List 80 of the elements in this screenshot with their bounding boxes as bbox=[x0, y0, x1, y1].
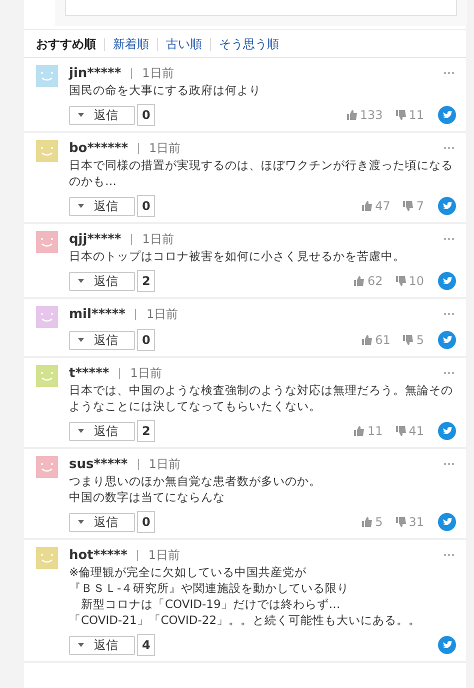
thumbs-up-icon bbox=[353, 425, 366, 437]
reply-button[interactable]: 返信 bbox=[69, 422, 135, 440]
thumbs-up-icon bbox=[346, 109, 358, 121]
sort-tab[interactable]: そう思う順 bbox=[219, 36, 279, 52]
user-name[interactable]: qjj***** bbox=[69, 232, 122, 246]
comment-text: つまり思いのほか無自覚な患者数が多いのか。 bbox=[69, 473, 322, 489]
reply-button[interactable]: 返信 bbox=[69, 196, 135, 216]
comment-text: 日本のトップはコロナ被害を如何に小さく見せるかを苦慮中。 bbox=[69, 248, 406, 264]
reply-count: 0 bbox=[137, 195, 156, 217]
comment-text: 中国の数字は当てにならんな bbox=[69, 489, 226, 505]
thumbs-up-icon bbox=[353, 275, 366, 287]
bird-icon[interactable] bbox=[438, 197, 456, 215]
caret-icon bbox=[78, 520, 84, 524]
thumbs-up-icon bbox=[361, 200, 374, 212]
comment-text: 『ＢＳＬ-４研究所』や関連施設を動かしている限り bbox=[69, 580, 350, 596]
comment-text: 国民の命を大事にする政府は何より bbox=[69, 82, 262, 98]
comment-time: 1日前 bbox=[149, 140, 181, 156]
user-name[interactable]: bo****** bbox=[69, 140, 128, 156]
dislike-count: 7 bbox=[416, 199, 424, 213]
like-count: 61 bbox=[375, 333, 390, 347]
comment-time: 1日前 bbox=[130, 364, 162, 382]
comment-time: 1日前 bbox=[146, 306, 178, 322]
caret-icon bbox=[78, 279, 84, 283]
thumbs-up-icon bbox=[361, 334, 374, 346]
user-name[interactable]: t***** bbox=[69, 366, 110, 380]
dislike-count: 5 bbox=[416, 333, 424, 347]
thumbs-down-icon bbox=[394, 516, 407, 528]
reply-count: 0 bbox=[137, 329, 156, 351]
user-name[interactable]: sus***** bbox=[69, 456, 128, 472]
reply-count: 0 bbox=[137, 104, 156, 126]
sort-tab[interactable]: おすすめ順 bbox=[36, 36, 96, 52]
reply-button[interactable]: 返信 bbox=[69, 106, 135, 124]
bird-icon[interactable] bbox=[438, 636, 456, 654]
like-count: 62 bbox=[367, 274, 383, 288]
reply-count: 2 bbox=[137, 420, 156, 442]
user-name[interactable]: hot***** bbox=[69, 548, 128, 562]
reply-button[interactable]: 返信 bbox=[69, 272, 135, 290]
caret-icon bbox=[78, 204, 84, 208]
caret-icon bbox=[78, 338, 84, 342]
thumbs-down-icon bbox=[394, 425, 407, 437]
comment-time: 1日前 bbox=[142, 64, 174, 82]
user-name[interactable]: jin***** bbox=[69, 66, 122, 80]
bird-icon[interactable] bbox=[438, 106, 456, 124]
comment-text: 日本では、中国のような検査強制のような対応は無理だろう。無論そのようなことには決してなってもらいたくない。 bbox=[69, 382, 454, 414]
thumbs-up-icon bbox=[361, 516, 374, 528]
comment-text: 新型コロナは「COVID-19」だけでは終わらず… bbox=[80, 596, 342, 612]
sort-tab[interactable]: 古い順 bbox=[166, 36, 202, 52]
thumbs-down-icon bbox=[402, 334, 414, 346]
like-count: 133 bbox=[360, 108, 383, 122]
comment-time: 1日前 bbox=[148, 456, 180, 472]
caret-icon bbox=[78, 643, 84, 647]
reply-button[interactable]: 返信 bbox=[69, 636, 135, 654]
reply-count: 0 bbox=[137, 511, 156, 533]
comment-time: 1日前 bbox=[148, 546, 180, 564]
reply-button[interactable]: 返信 bbox=[69, 330, 135, 350]
thumbs-down-icon bbox=[394, 109, 407, 121]
bird-icon[interactable] bbox=[438, 513, 456, 531]
comment-text: 日本で同様の措置が実現するのは、ほぼワクチンが行き渡った頃になるのかも… bbox=[69, 157, 454, 189]
bird-icon[interactable] bbox=[438, 272, 456, 290]
user-name[interactable]: mil***** bbox=[69, 306, 126, 322]
like-count: 5 bbox=[375, 515, 383, 529]
thumbs-down-icon bbox=[402, 200, 414, 212]
sort-tab[interactable]: 新着順 bbox=[113, 36, 149, 52]
dislike-count: 31 bbox=[408, 515, 424, 529]
like-count: 47 bbox=[375, 199, 390, 213]
caret-icon bbox=[78, 429, 84, 433]
dislike-count: 41 bbox=[408, 424, 424, 438]
bird-icon[interactable] bbox=[438, 422, 456, 440]
caret-icon bbox=[78, 113, 84, 117]
bird-icon[interactable] bbox=[438, 331, 456, 349]
reply-count: 2 bbox=[137, 270, 156, 292]
comment-text: 「COVID-21」「COVID-22」。。と続く可能性も大いにある。。 bbox=[69, 612, 422, 628]
thumbs-down-icon bbox=[394, 275, 407, 287]
comment-time: 1日前 bbox=[142, 230, 174, 248]
reply-button[interactable]: 返信 bbox=[69, 512, 135, 532]
dislike-count: 11 bbox=[408, 108, 424, 122]
reply-count: 4 bbox=[137, 634, 156, 656]
like-count: 11 bbox=[367, 424, 383, 438]
comment-text: ※倫理観が完全に欠如している中国共産党が bbox=[69, 564, 308, 580]
dislike-count: 10 bbox=[408, 274, 424, 288]
